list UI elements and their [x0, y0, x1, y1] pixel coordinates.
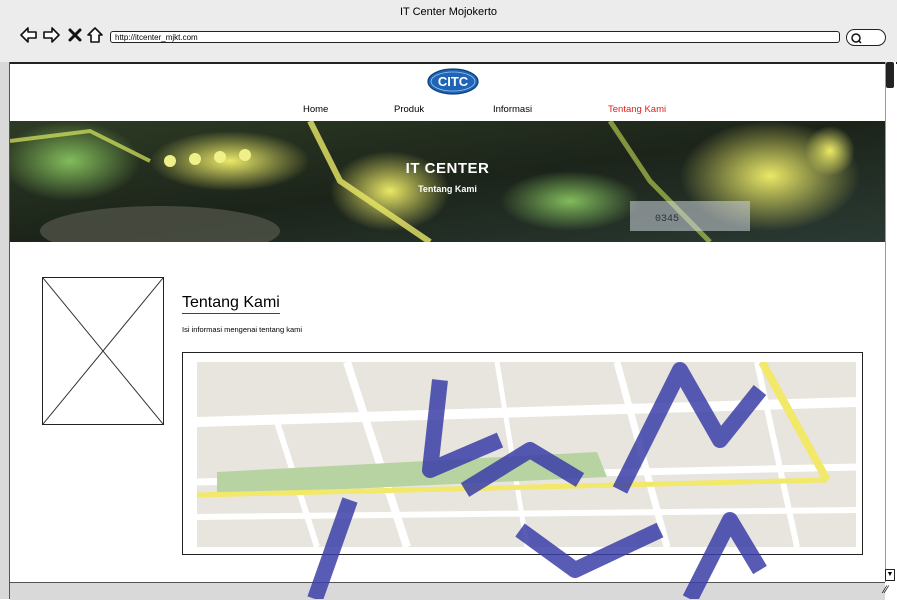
image-placeholder	[42, 277, 164, 425]
scrollbar-thumb[interactable]	[886, 62, 894, 88]
left-frame	[0, 62, 10, 599]
scroll-down-icon[interactable]: ▼	[885, 569, 895, 581]
window-title: IT Center Mojokerto	[399, 6, 497, 18]
nav-informasi[interactable]: Informasi	[493, 104, 532, 115]
search-button[interactable]	[846, 29, 886, 46]
placeholder-x-icon	[42, 277, 164, 425]
search-icon	[851, 32, 862, 44]
resize-grip-icon[interactable]: ⁄⁄	[884, 584, 888, 596]
about-description: Isi informasi mengenai tentang kami	[182, 325, 303, 334]
status-bar	[10, 582, 885, 600]
site-logo[interactable]: CITC	[427, 68, 479, 95]
svg-text:0345: 0345	[655, 214, 679, 225]
back-arrow-icon[interactable]	[20, 26, 38, 44]
stop-icon[interactable]	[66, 26, 84, 44]
home-icon[interactable]	[86, 26, 104, 44]
nav-home[interactable]: Home	[303, 104, 328, 115]
vertical-scrollbar[interactable]	[885, 62, 896, 582]
page-heading: Tentang Kami	[182, 294, 280, 314]
forward-arrow-icon[interactable]	[42, 26, 60, 44]
hero-subtitle: Tentang Kami	[418, 184, 477, 194]
map-widget[interactable]	[197, 362, 856, 547]
hero-title: IT CENTER	[405, 160, 490, 177]
hero-banner: 0345	[10, 121, 885, 242]
nav-produk[interactable]: Produk	[394, 104, 424, 115]
map-image	[197, 362, 856, 547]
circuit-board-image: 0345	[10, 121, 885, 242]
nav-tentang-kami[interactable]: Tentang Kami	[608, 104, 666, 115]
logo-text: CITC	[438, 74, 469, 89]
url-input[interactable]: http://itcenter_mjkt.com	[110, 31, 840, 43]
